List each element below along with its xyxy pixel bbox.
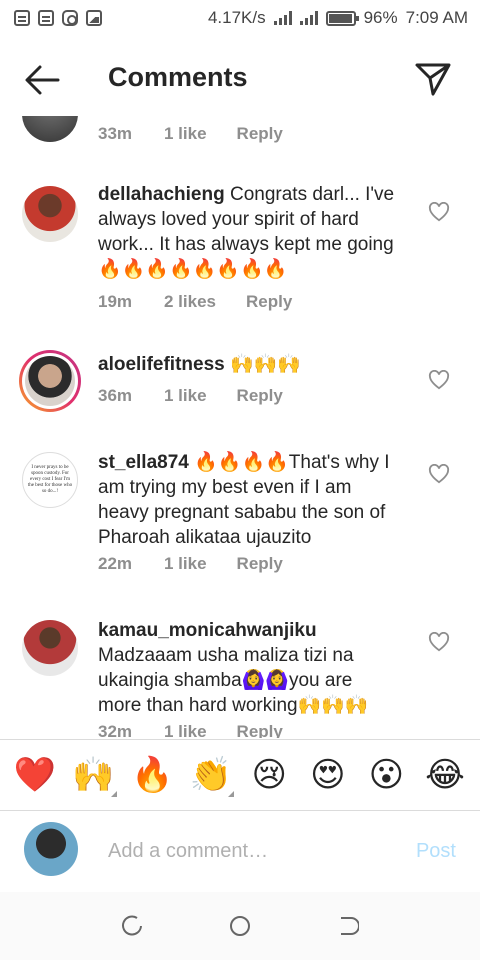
network-speed: 4.17K/s (207, 8, 266, 27)
header: Comments (0, 44, 480, 116)
post-button[interactable]: Post (416, 840, 456, 863)
comment-likes[interactable]: 2 likes (164, 292, 216, 312)
status-bar: 4.17K/s 96% 7:09 AM (0, 0, 480, 36)
comment-text: aloelifefitness 🙌🙌🙌 (98, 352, 398, 377)
avatar[interactable]: I never prays to be spoon custody. For e… (22, 452, 78, 508)
comment-text: st_ella874 🔥🔥🔥🔥That's why I am trying my… (98, 450, 398, 550)
message-notification-icon (14, 10, 30, 26)
my-avatar (24, 822, 78, 876)
paper-plane-icon (415, 63, 451, 96)
story-avatar[interactable] (19, 350, 81, 412)
heart-eyes-emoji[interactable]: 😍 (303, 755, 353, 795)
reply-button[interactable]: Reply (237, 554, 283, 574)
add-comment-row: Post (0, 812, 480, 892)
comment-message: Madzaaam usha maliza tizi na ukaingia sh… (98, 645, 369, 716)
tears-of-joy-emoji[interactable]: 😂 (420, 755, 470, 795)
comment-username[interactable]: kamau_monicahwanjiku (98, 620, 317, 641)
comment-item: I never prays to be spoon custody. For e… (0, 448, 480, 588)
comment-time: 19m (98, 292, 133, 311)
reply-button[interactable]: Reply (237, 722, 283, 738)
comment-username[interactable]: aloelifefitness (98, 354, 225, 375)
comment-message: 🙌🙌🙌 (224, 354, 301, 375)
comment-time: 33m (98, 124, 133, 143)
system-status: 4.17K/s 96% 7:09 AM (208, 8, 468, 28)
instagram-notification-icon (62, 10, 78, 26)
comment-item: kamau_monicahwanjiku Madzaaam usha maliz… (0, 616, 480, 738)
comment-item: aloelifefitness 🙌🙌🙌 36m 1 like Reply (0, 350, 480, 430)
chat-notification-icon (38, 10, 54, 26)
comment-time: 32m (98, 722, 133, 738)
comments-list[interactable]: 33m 1 like Reply dellahachieng Congrats … (0, 116, 480, 738)
red-heart-emoji[interactable]: ❤️ (10, 755, 60, 795)
share-button[interactable] (414, 60, 452, 98)
heart-outline-icon[interactable] (428, 202, 450, 222)
surprised-face-emoji[interactable]: 😮 (361, 755, 411, 795)
comment-meta: 33m 1 like Reply (98, 124, 283, 144)
comment-item: 33m 1 like Reply (0, 116, 480, 156)
heart-outline-icon[interactable] (428, 632, 450, 652)
recent-apps-icon[interactable] (121, 914, 145, 938)
home-icon[interactable] (228, 914, 252, 938)
avatar (25, 356, 75, 406)
comment-meta: 22m 1 like Reply (98, 554, 283, 574)
emoji-quick-bar: ❤️ 🙌 🔥 👏 😢 😍 😮 😂 (0, 739, 480, 811)
comment-item: dellahachieng Congrats darl... I've alwa… (0, 182, 480, 322)
android-nav-bar (0, 892, 480, 960)
page-title: Comments (108, 62, 248, 92)
reply-button[interactable]: Reply (237, 386, 283, 406)
comment-meta: 19m 2 likes Reply (98, 292, 292, 312)
comment-username[interactable]: st_ella874 (98, 452, 189, 473)
comment-text: dellahachieng Congrats darl... I've alwa… (98, 182, 398, 282)
arrow-left-icon (25, 65, 60, 95)
image-notification-icon (86, 10, 102, 26)
crying-face-emoji[interactable]: 😢 (244, 755, 294, 795)
fire-emoji[interactable]: 🔥 (127, 755, 177, 795)
signal-icon (273, 11, 292, 25)
clock: 7:09 AM (405, 8, 468, 27)
clapping-hands-emoji[interactable]: 👏 (186, 755, 236, 797)
heart-outline-icon[interactable] (428, 370, 450, 390)
reply-button[interactable]: Reply (246, 292, 292, 312)
avatar-quote-text: I never prays to be spoon custody. For e… (27, 465, 73, 494)
comment-likes[interactable]: 1 like (164, 722, 207, 738)
back-nav-icon[interactable] (335, 914, 359, 938)
comment-likes[interactable]: 1 like (164, 554, 207, 574)
avatar[interactable] (22, 186, 78, 242)
comment-meta: 32m 1 like Reply (98, 722, 283, 738)
back-button[interactable] (22, 62, 62, 98)
comment-likes[interactable]: 1 like (164, 124, 207, 144)
comment-text: kamau_monicahwanjiku Madzaaam usha maliz… (98, 618, 398, 718)
comment-meta: 36m 1 like Reply (98, 386, 283, 406)
battery-icon (325, 10, 359, 26)
comment-likes[interactable]: 1 like (164, 386, 207, 406)
battery-percent: 96% (363, 8, 398, 27)
comment-username[interactable]: dellahachieng (98, 184, 225, 205)
reply-button[interactable]: Reply (237, 124, 283, 144)
heart-outline-icon[interactable] (428, 464, 450, 484)
avatar[interactable] (22, 116, 78, 142)
signal-icon-2 (299, 11, 318, 25)
comment-time: 36m (98, 386, 133, 405)
comment-input[interactable] (108, 834, 398, 868)
notification-icons (14, 10, 102, 26)
raising-hands-emoji[interactable]: 🙌 (69, 755, 119, 797)
avatar[interactable] (22, 620, 78, 676)
comment-time: 22m (98, 554, 133, 573)
